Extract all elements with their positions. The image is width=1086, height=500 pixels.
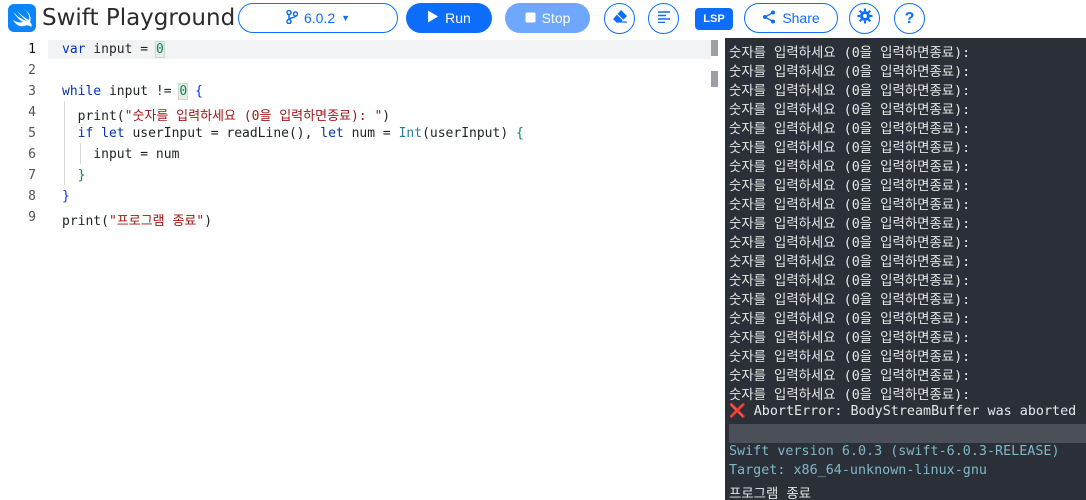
error-text: AbortError: BodyStreamBuffer was aborted (753, 404, 1077, 419)
console-prompt-line: 숫자를 입력하세요 (0을 입력하면종료): (729, 388, 971, 403)
code-editor[interactable]: 1 2 3 4 5 6 7 8 9 var input = 0 while in… (0, 38, 720, 500)
line-number: 7 (28, 168, 36, 183)
share-icon (762, 10, 776, 27)
console-prompt-line: 숫자를 입력하세요 (0을 입력하면종료): (729, 350, 971, 365)
code-line-9: print("프로그램 종료") (62, 214, 213, 229)
console-divider (729, 424, 1086, 443)
line-number: 6 (28, 147, 36, 162)
console-prompt-line: 숫자를 입력하세요 (0을 입력하면종료): (729, 312, 971, 327)
line-number: 5 (28, 126, 36, 141)
code-line-5: if let userInput = readLine(), let num =… (77, 126, 524, 141)
stop-icon (525, 10, 536, 26)
console-prompt-line: 숫자를 입력하세요 (0을 입력하면종료): (729, 46, 971, 61)
gear-icon (857, 8, 873, 29)
text-cursor (163, 42, 165, 57)
lsp-badge[interactable]: LSP (695, 8, 733, 30)
code-line-4: print("숫자를 입력하세요 (0을 입력하면종료): ") (62, 109, 391, 124)
console-prompt-line: 숫자를 입력하세요 (0을 입력하면종료): (729, 198, 971, 213)
console-prompt-line: 숫자를 입력하세요 (0을 입력하면종료): (729, 160, 971, 175)
console-prompt-line: 숫자를 입력하세요 (0을 입력하면종료): (729, 179, 971, 194)
error-line: ❌ AbortError: BodyStreamBuffer was abort… (729, 404, 1076, 419)
share-label: Share (782, 10, 820, 26)
stop-button[interactable]: Stop (505, 3, 590, 33)
help-button[interactable]: ? (894, 3, 925, 34)
target-info-line: Target: x86_64-unknown-linux-gnu (729, 463, 987, 478)
question-icon: ? (904, 9, 915, 27)
console-prompt-line: 숫자를 입력하세요 (0을 입력하면종료): (729, 331, 971, 346)
error-x-icon: ❌ (729, 404, 746, 419)
console-prompt-line: 숫자를 입력하세요 (0을 입력하면종료): (729, 217, 971, 232)
top-bar: Swift Playground 6.0.2 ▼ Run Stop LSP Sh… (0, 0, 1086, 38)
console-prompt-line: 숫자를 입력하세요 (0을 입력하면종료): (729, 293, 971, 308)
code-line-3: while input != 0 { (62, 83, 203, 100)
swift-logo-icon (8, 4, 36, 32)
console-prompt-line: 숫자를 입력하세요 (0을 입력하면종료): (729, 122, 971, 137)
eraser-icon (612, 9, 628, 28)
console-prompt-line: 숫자를 입력하세요 (0을 입력하면종료): (729, 236, 971, 251)
line-number: 4 (28, 105, 36, 120)
console-prompt-line: 숫자를 입력하세요 (0을 입력하면종료): (729, 65, 971, 80)
console-output: 숫자를 입력하세요 (0을 입력하면종료): 숫자를 입력하세요 (0을 입력하면… (725, 38, 1086, 500)
code-line-6: input = num (62, 147, 180, 162)
line-number: 2 (28, 63, 36, 78)
line-number: 3 (28, 84, 36, 99)
version-dropdown[interactable]: 6.0.2 ▼ (238, 3, 398, 33)
align-left-icon (657, 10, 671, 28)
console-prompt-line: 숫자를 입력하세요 (0을 입력하면종료): (729, 274, 971, 289)
code-line-7: } (77, 168, 86, 183)
caret-down-icon: ▼ (341, 13, 351, 23)
console-prompt-line: 숫자를 입력하세요 (0을 입력하면종료): (729, 141, 971, 156)
version-label: 6.0.2 (303, 10, 336, 26)
branch-icon (286, 9, 299, 27)
program-output-line: 프로그램 종료 (729, 487, 811, 500)
console-prompt-line: 숫자를 입력하세요 (0을 입력하면종료): (729, 103, 971, 118)
play-icon (427, 10, 439, 26)
format-code-button[interactable] (648, 3, 679, 34)
code-line-8: } (62, 189, 70, 204)
editor-scrollbar-thumb[interactable] (711, 40, 718, 56)
version-info-line: Swift version 6.0.3 (swift-6.0.3-RELEASE… (729, 444, 1060, 459)
code-line-1: var input = 0 (62, 41, 165, 58)
line-number: 9 (28, 210, 36, 225)
line-number: 1 (28, 42, 36, 57)
editor-scrollbar-marker (711, 71, 718, 87)
line-number: 8 (28, 189, 36, 204)
run-label: Run (445, 10, 471, 26)
console-prompt-line: 숫자를 입력하세요 (0을 입력하면종료): (729, 84, 971, 99)
settings-button[interactable] (849, 3, 880, 34)
console-prompt-line: 숫자를 입력하세요 (0을 입력하면종료): (729, 369, 971, 384)
app-title: Swift Playground (42, 5, 236, 31)
share-button[interactable]: Share (744, 3, 838, 33)
stop-label: Stop (541, 10, 571, 26)
run-button[interactable]: Run (406, 3, 492, 33)
console-prompt-line: 숫자를 입력하세요 (0을 입력하면종료): (729, 255, 971, 270)
clear-console-button[interactable] (604, 3, 635, 34)
